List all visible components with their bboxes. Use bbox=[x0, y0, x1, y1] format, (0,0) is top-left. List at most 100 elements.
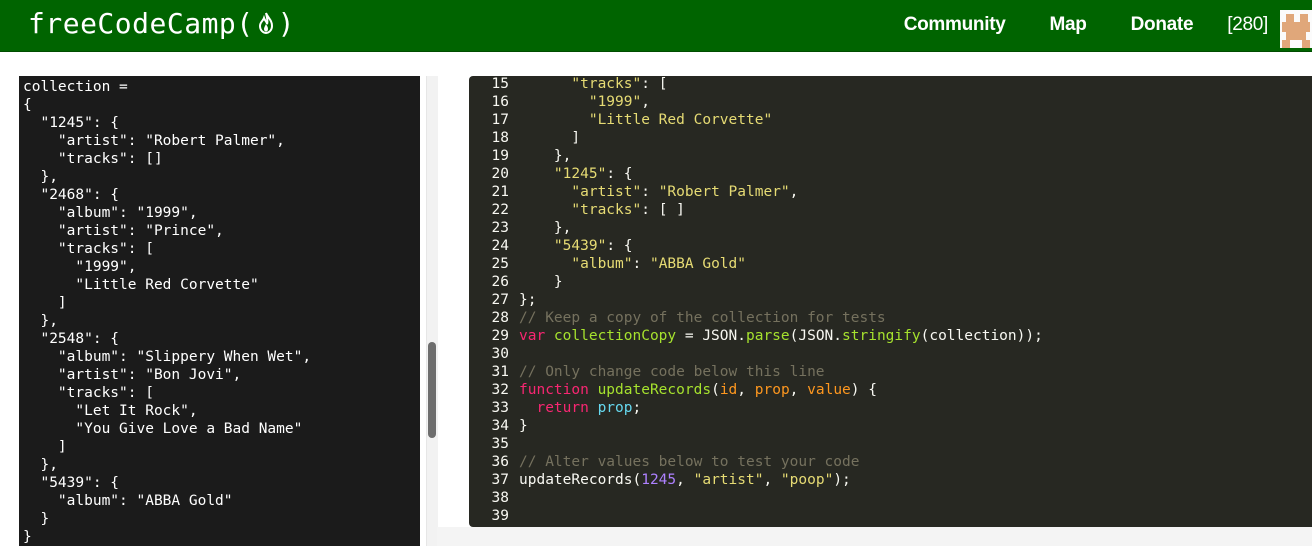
output-line: "You Give Love a Bad Name" bbox=[23, 421, 303, 437]
code-token: "Little Red Corvette" bbox=[588, 112, 773, 128]
code-text: }, bbox=[519, 219, 571, 237]
nav-map-link[interactable]: Map bbox=[1050, 14, 1087, 36]
output-line: "2548": { bbox=[23, 331, 120, 347]
code-token: ) { bbox=[850, 382, 877, 398]
code-token: 1245 bbox=[641, 472, 677, 488]
line-number: 34 bbox=[491, 418, 509, 434]
code-token: collectionCopy bbox=[553, 328, 677, 344]
code-text: function updateRecords(id, prop, value) … bbox=[519, 381, 877, 399]
brand-text-suffix: ) bbox=[277, 7, 296, 40]
output-line: } bbox=[23, 511, 50, 527]
points-counter[interactable]: [280] bbox=[1227, 14, 1268, 36]
code-line[interactable]: 38 bbox=[469, 489, 1312, 507]
line-number: 30 bbox=[491, 346, 509, 362]
line-number: 24 bbox=[491, 238, 509, 254]
code-token: function bbox=[519, 382, 598, 398]
code-token: return bbox=[536, 400, 598, 416]
output-line: ] bbox=[23, 439, 67, 455]
code-line[interactable]: 35 bbox=[469, 435, 1312, 453]
output-line: "artist": "Prince", bbox=[23, 223, 224, 239]
nav-donate-link[interactable]: Donate bbox=[1131, 14, 1194, 36]
code-text: // Only change code below this line bbox=[519, 363, 825, 381]
code-token: "tracks" bbox=[571, 202, 642, 218]
output-line: "tracks": [ bbox=[23, 385, 154, 401]
code-token: : { bbox=[606, 166, 633, 182]
code-token: "Robert Palmer" bbox=[658, 184, 790, 200]
code-line[interactable]: 26 } bbox=[469, 273, 1312, 291]
code-line[interactable]: 21 "artist": "Robert Palmer", bbox=[469, 183, 1312, 201]
output-scrollbar-track[interactable] bbox=[426, 76, 438, 546]
line-number: 37 bbox=[491, 472, 509, 488]
output-line: }, bbox=[23, 457, 58, 473]
code-line[interactable]: 15 "tracks": [ bbox=[469, 76, 1312, 93]
code-token: , bbox=[641, 94, 650, 110]
code-line[interactable]: 31 // Only change code below this line bbox=[469, 363, 1312, 381]
code-text: "artist": "Robert Palmer", bbox=[519, 183, 798, 201]
line-number: 15 bbox=[491, 76, 509, 92]
code-line[interactable]: 16 "1999", bbox=[469, 93, 1312, 111]
code-token: : { bbox=[606, 238, 633, 254]
code-line[interactable]: 28 // Keep a copy of the collection for t… bbox=[469, 309, 1312, 327]
code-token: value bbox=[807, 382, 851, 398]
code-line[interactable]: 33 return prop; bbox=[469, 399, 1312, 417]
code-line[interactable]: 18 ] bbox=[469, 129, 1312, 147]
code-line[interactable]: 34} bbox=[469, 417, 1312, 435]
code-text: // Alter values below to test your code bbox=[519, 453, 859, 471]
code-line[interactable]: 23 }, bbox=[469, 219, 1312, 237]
code-line[interactable]: 30 bbox=[469, 345, 1312, 363]
code-line[interactable]: 32 function updateRecords(id, prop, value… bbox=[469, 381, 1312, 399]
code-editor[interactable]: 15 "tracks": [16 "1999", 17 "Little Red C… bbox=[469, 76, 1312, 527]
output-line: "1245": { bbox=[23, 115, 120, 131]
code-line[interactable]: 39 bbox=[469, 507, 1312, 525]
code-line[interactable]: 17 "Little Red Corvette" bbox=[469, 111, 1312, 129]
code-line[interactable]: 22 "tracks": [ ] bbox=[469, 201, 1312, 219]
code-token: "poop" bbox=[780, 472, 834, 488]
avatar-pixel-icon bbox=[1280, 10, 1312, 48]
line-number: 33 bbox=[491, 400, 509, 416]
code-token: ] bbox=[519, 130, 581, 146]
code-token: id bbox=[719, 382, 738, 398]
code-token: : [ ] bbox=[641, 202, 685, 218]
line-number: 21 bbox=[491, 184, 509, 200]
code-line[interactable]: 29 var collectionCopy = JSON.parse(JSON.s… bbox=[469, 327, 1312, 345]
code-text: "1999", bbox=[519, 93, 650, 111]
nav-community-link[interactable]: Community bbox=[904, 14, 1006, 36]
code-text: updateRecords(1245, "artist", "poop"); bbox=[519, 471, 851, 489]
code-text: "tracks": [ bbox=[519, 76, 667, 93]
brand-logo[interactable]: freeCodeCamp( ) bbox=[28, 7, 295, 40]
code-line[interactable]: 24 "5439": { bbox=[469, 237, 1312, 255]
code-token: , bbox=[789, 184, 799, 200]
code-text: } bbox=[519, 417, 528, 435]
code-token: "ABBA Gold" bbox=[649, 256, 746, 272]
code-token: ); bbox=[833, 472, 851, 488]
output-line: }, bbox=[23, 169, 58, 185]
code-token: "1245" bbox=[553, 166, 607, 182]
code-line[interactable]: 20 "1245": { bbox=[469, 165, 1312, 183]
code-text: var collectionCopy = JSON.parse(JSON.str… bbox=[519, 327, 1043, 345]
code-line[interactable]: 19 }, bbox=[469, 147, 1312, 165]
code-token: , bbox=[737, 382, 755, 398]
brand-text-prefix: freeCodeCamp( bbox=[28, 7, 254, 40]
code-line[interactable]: 27}; bbox=[469, 291, 1312, 309]
output-line: "5439": { bbox=[23, 475, 120, 491]
code-text: }, bbox=[519, 147, 571, 165]
line-number: 25 bbox=[491, 256, 509, 272]
code-token: updateRecords bbox=[597, 382, 712, 398]
code-line[interactable]: 25 "album": "ABBA Gold" bbox=[469, 255, 1312, 273]
code-token: ( bbox=[711, 382, 720, 398]
output-scrollbar-thumb[interactable] bbox=[428, 342, 436, 438]
line-number: 19 bbox=[491, 148, 509, 164]
output-line: "1999", bbox=[23, 259, 137, 275]
code-token: } bbox=[519, 418, 528, 434]
code-text: ] bbox=[519, 129, 580, 147]
code-line[interactable]: 36 // Alter values below to test your cod… bbox=[469, 453, 1312, 471]
code-token: }, bbox=[519, 148, 572, 164]
code-line[interactable]: 37 updateRecords(1245, "artist", "poop"); bbox=[469, 471, 1312, 489]
code-token: "album" bbox=[571, 256, 633, 272]
code-text: "1245": { bbox=[519, 165, 633, 183]
user-avatar[interactable] bbox=[1280, 10, 1312, 48]
